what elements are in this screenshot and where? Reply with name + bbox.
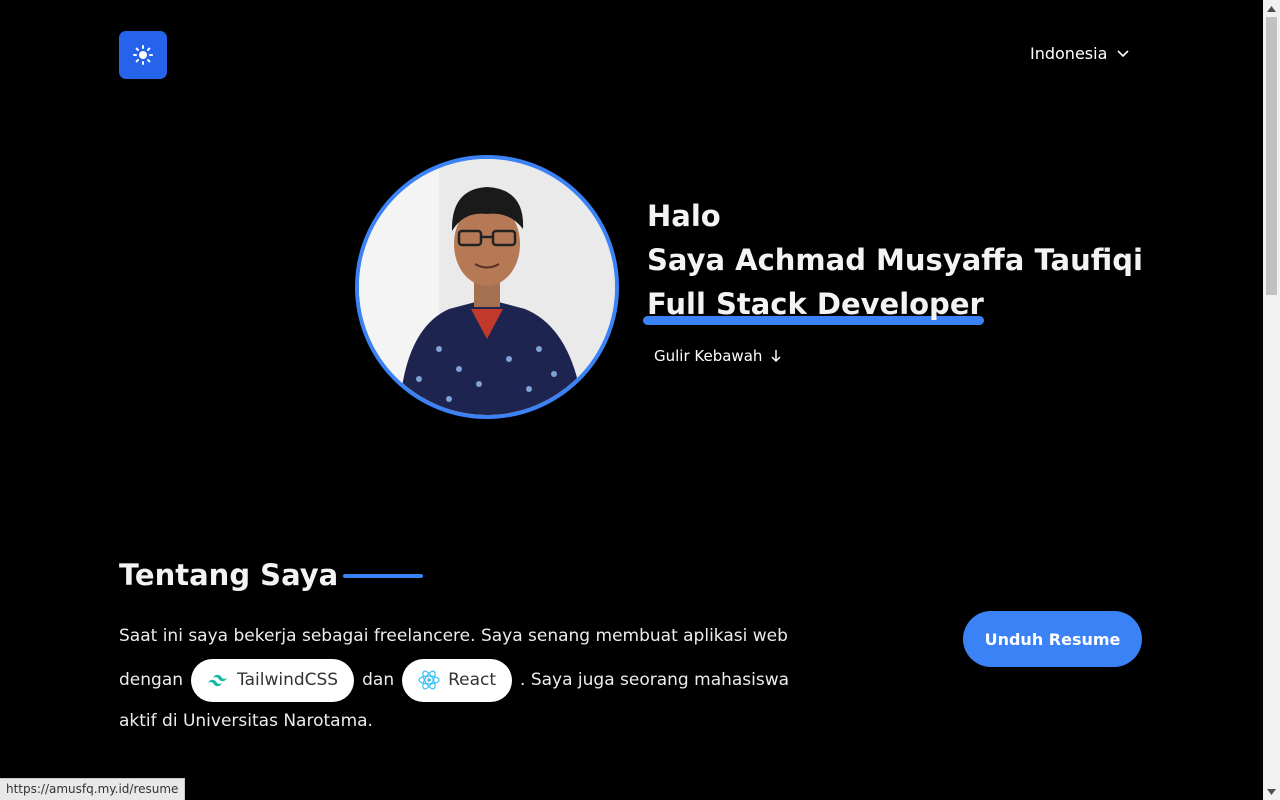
about-line-3: aktif di Universitas Narotama. <box>119 711 373 731</box>
about-word-dengan: dengan <box>119 669 184 690</box>
download-resume-button[interactable]: Unduh Resume <box>963 611 1142 667</box>
scroll-down-arrow-icon[interactable] <box>1263 783 1280 800</box>
language-dropdown[interactable]: Indonesia <box>1030 44 1129 63</box>
page-scrollbar[interactable] <box>1263 0 1280 800</box>
language-label: Indonesia <box>1030 44 1108 63</box>
about-line-1: Saat ini saya bekerja sebagai freelancer… <box>119 626 788 646</box>
chevron-down-icon <box>1117 49 1129 57</box>
hero-role-text: Full Stack Developer <box>647 287 984 321</box>
scroll-up-arrow-icon[interactable] <box>1263 0 1280 17</box>
hero-name: Saya Achmad Musyaffa Taufiqi <box>647 243 1143 277</box>
react-icon <box>418 670 440 690</box>
hero-heading: Halo Saya Achmad Musyaffa Taufiqi Full S… <box>643 194 1143 326</box>
hero-role: Full Stack Developer <box>643 282 984 326</box>
about-line-2-rest: . Saya juga seorang mahasiswa <box>520 669 790 690</box>
tailwind-label: TailwindCSS <box>237 669 339 690</box>
react-pill: React <box>402 658 513 702</box>
tailwind-pill: TailwindCSS <box>191 658 355 702</box>
hero-greeting: Halo <box>647 199 721 233</box>
arrow-down-icon <box>771 350 781 363</box>
tailwind-icon <box>208 674 228 687</box>
scrollbar-thumb[interactable] <box>1266 17 1277 295</box>
about-word-dan: dan <box>362 669 395 690</box>
scroll-hint-label: Gulir Kebawah <box>654 347 763 365</box>
sun-icon <box>133 45 153 65</box>
profile-photo <box>355 155 619 419</box>
status-bar-url: https://amusfq.my.id/resume <box>0 778 186 800</box>
about-title: Tentang Saya <box>119 558 339 592</box>
title-underline <box>343 574 423 578</box>
react-label: React <box>448 669 497 690</box>
about-text: Saat ini saya bekerja sebagai freelancer… <box>119 622 799 736</box>
theme-toggle-button[interactable] <box>119 31 167 79</box>
scroll-down-link[interactable]: Gulir Kebawah <box>654 347 782 365</box>
